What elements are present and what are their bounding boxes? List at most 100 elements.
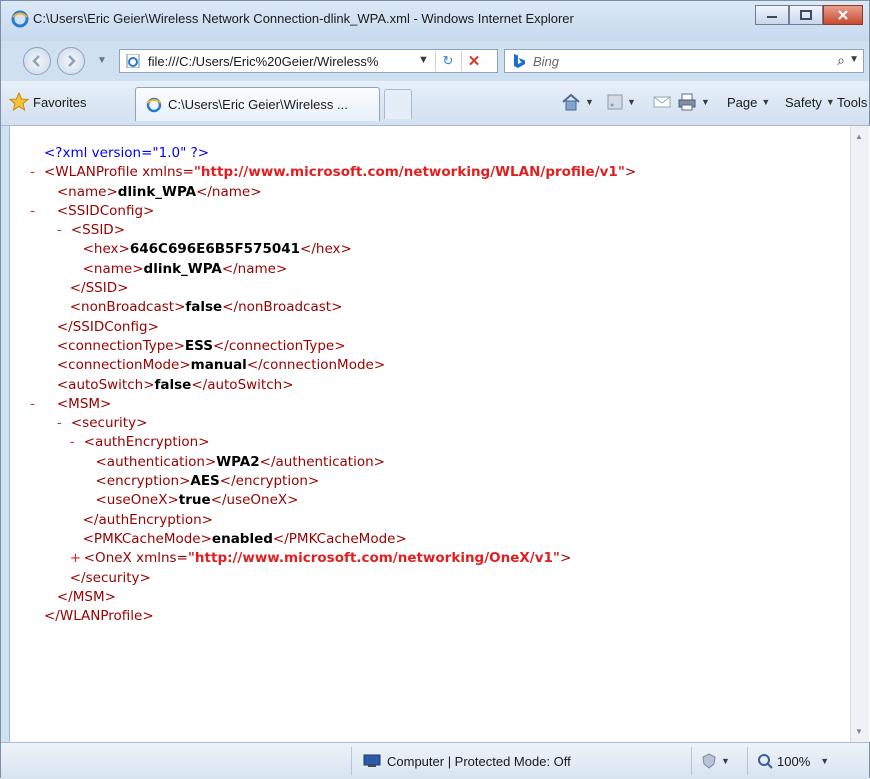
search-box[interactable]: Bing ⌕ ▼: [504, 49, 864, 73]
xml-line: - <authEncryption>: [30, 433, 636, 452]
xml-line: </SSIDConfig>: [56, 318, 159, 335]
xml-line: - <security>: [30, 414, 636, 433]
page-menu[interactable]: Page ▼: [727, 91, 770, 113]
search-icon[interactable]: ⌕: [837, 52, 845, 69]
safety-menu[interactable]: Safety ▼: [785, 91, 835, 113]
collapse-toggle[interactable]: -: [57, 221, 71, 240]
mail-icon: [653, 96, 671, 108]
shield-icon: [702, 753, 716, 769]
minimize-icon: [767, 16, 777, 18]
recent-pages-dropdown[interactable]: ▼: [97, 55, 107, 66]
collapse-toggle[interactable]: -: [57, 414, 71, 433]
search-input[interactable]: Bing: [533, 54, 559, 69]
safety-menu-label: Safety: [785, 94, 822, 110]
xml-line: <encryption>AES</encryption>: [95, 473, 320, 490]
chevron-down-icon: ▼: [825, 97, 835, 107]
xml-line: </authEncryption>: [82, 511, 213, 528]
maximize-icon: [800, 10, 812, 20]
navigation-bar: ▼ file:///C:/Users/Eric%20Geier/Wireless…: [1, 41, 869, 81]
ie-icon: [146, 97, 162, 113]
home-icon: [562, 93, 580, 111]
back-button[interactable]: [23, 47, 51, 75]
address-dropdown-icon[interactable]: ▼: [418, 54, 429, 66]
collapse-toggle[interactable]: -: [30, 202, 44, 221]
new-tab-button[interactable]: [384, 89, 412, 119]
chevron-down-icon: ▼: [585, 97, 594, 107]
collapse-toggle[interactable]: -: [30, 163, 44, 182]
minimize-button[interactable]: [755, 5, 789, 25]
collapse-toggle[interactable]: -: [30, 395, 44, 414]
close-button[interactable]: [823, 5, 863, 25]
print-icon: [678, 93, 696, 111]
chevron-down-icon: ▼: [701, 97, 710, 107]
xml-line: - <SSID>: [30, 221, 636, 240]
print-button[interactable]: ▼: [677, 91, 710, 113]
xml-line: </MSM>: [56, 588, 116, 605]
xml-line: - <MSM>: [30, 395, 636, 414]
refresh-button[interactable]: ↻: [435, 51, 460, 71]
feeds-icon: [607, 94, 623, 110]
vertical-scrollbar[interactable]: ▲ ▼: [850, 126, 869, 742]
status-divider: [747, 747, 748, 775]
collapse-toggle[interactable]: -: [70, 433, 84, 452]
xml-line: <nonBroadcast>false</nonBroadcast>: [69, 299, 343, 316]
favorites-button[interactable]: Favorites: [5, 89, 94, 115]
xml-line: <authentication>WPA2</authentication>: [95, 453, 385, 470]
xml-line: <autoSwitch>false</autoSwitch>: [56, 376, 294, 393]
scroll-down-icon[interactable]: ▼: [855, 727, 863, 736]
xml-line: + <OneX xmlns="http://www.microsoft.com/n…: [30, 549, 636, 568]
xml-line: </SSID>: [69, 280, 129, 297]
page-icon: [126, 54, 140, 68]
security-zone-text[interactable]: Computer | Protected Mode: Off: [387, 754, 571, 769]
xml-line: </WLANProfile>: [44, 608, 154, 625]
address-bar[interactable]: file:///C:/Users/Eric%20Geier/Wireless% …: [119, 49, 498, 73]
back-icon: [32, 55, 40, 67]
home-button[interactable]: ▼: [561, 91, 594, 113]
tools-menu-label: Tools: [837, 94, 868, 110]
tab-active[interactable]: C:\Users\Eric Geier\Wireless ...: [135, 87, 380, 121]
xml-declaration: <?xml version="1.0" ?>: [44, 145, 210, 161]
bing-icon: [514, 54, 525, 68]
refresh-icon: ↻: [442, 53, 454, 68]
title-bar: C:\Users\Eric Geier\Wireless Network Con…: [1, 1, 869, 41]
forward-button[interactable]: [57, 47, 85, 75]
scroll-up-icon[interactable]: ▲: [855, 132, 863, 141]
ie-window: C:\Users\Eric Geier\Wireless Network Con…: [0, 0, 870, 779]
status-divider: [351, 747, 352, 775]
protected-mode-button[interactable]: ▼: [701, 750, 730, 772]
xml-tree: <?xml version="1.0" ?> - <WLANProfile xml…: [30, 144, 636, 626]
computer-icon: [363, 754, 381, 767]
xml-line: </security>: [69, 569, 151, 586]
xml-line: <useOneX>true</useOneX>: [95, 492, 299, 509]
stop-button[interactable]: ✕: [461, 51, 486, 71]
xml-document-view: <?xml version="1.0" ?> - <WLANProfile xml…: [9, 126, 870, 742]
read-mail-button[interactable]: [653, 91, 671, 113]
star-icon: [9, 92, 29, 112]
stop-icon: ✕: [467, 53, 481, 70]
zoom-icon: [758, 754, 773, 769]
chevron-down-icon: ▼: [761, 97, 771, 107]
xml-line: <name>dlink_WPA</name>: [56, 183, 262, 200]
forward-icon: [68, 55, 76, 67]
xml-line: <PMKCacheMode>enabled</PMKCacheMode>: [82, 530, 407, 547]
xml-line: <hex>646C696E6B5F575041</hex>: [82, 241, 352, 258]
xml-line: - <SSIDConfig>: [30, 202, 636, 221]
xml-line: <?xml version="1.0" ?>: [30, 144, 636, 163]
page-menu-label: Page: [727, 94, 758, 110]
search-dropdown-icon[interactable]: ▼: [849, 54, 859, 65]
status-divider: [691, 747, 692, 775]
feeds-button[interactable]: ▼: [607, 91, 636, 113]
zoom-button[interactable]: 100% ▼: [757, 750, 829, 772]
window-title: C:\Users\Eric Geier\Wireless Network Con…: [33, 11, 574, 26]
xml-line: <connectionType>ESS</connectionType>: [56, 337, 346, 354]
expand-toggle[interactable]: +: [70, 549, 84, 568]
address-text[interactable]: file:///C:/Users/Eric%20Geier/Wireless%: [148, 54, 413, 69]
chevron-down-icon: ▼: [820, 756, 830, 766]
favorites-label: Favorites: [33, 94, 87, 110]
xml-line: <name>dlink_WPA</name>: [82, 260, 288, 277]
tools-menu[interactable]: Tools: [837, 91, 867, 113]
maximize-button[interactable]: [789, 5, 823, 25]
chevron-down-icon: ▼: [721, 756, 730, 766]
chevron-down-icon: ▼: [627, 97, 636, 107]
ie-icon: [11, 10, 29, 28]
